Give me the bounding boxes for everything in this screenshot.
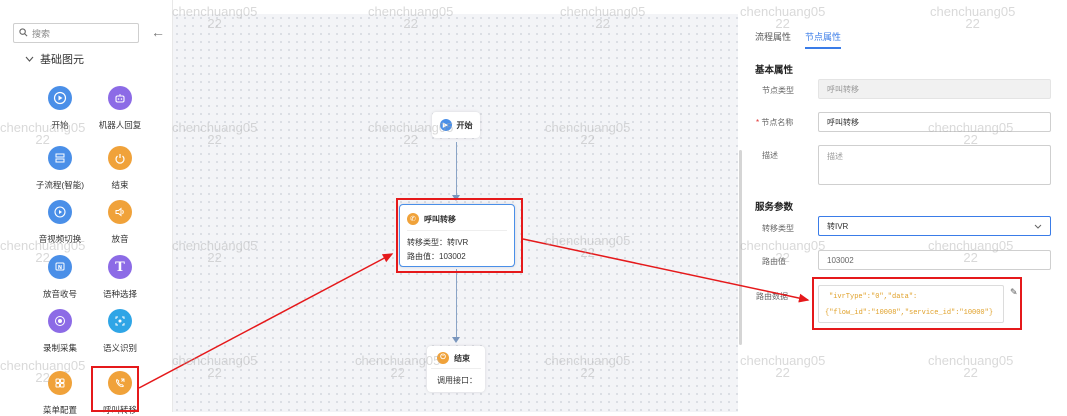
arrow-palette-to-node <box>138 253 394 389</box>
callout-arrows <box>138 238 810 389</box>
arrow-node-to-panel <box>522 238 810 303</box>
